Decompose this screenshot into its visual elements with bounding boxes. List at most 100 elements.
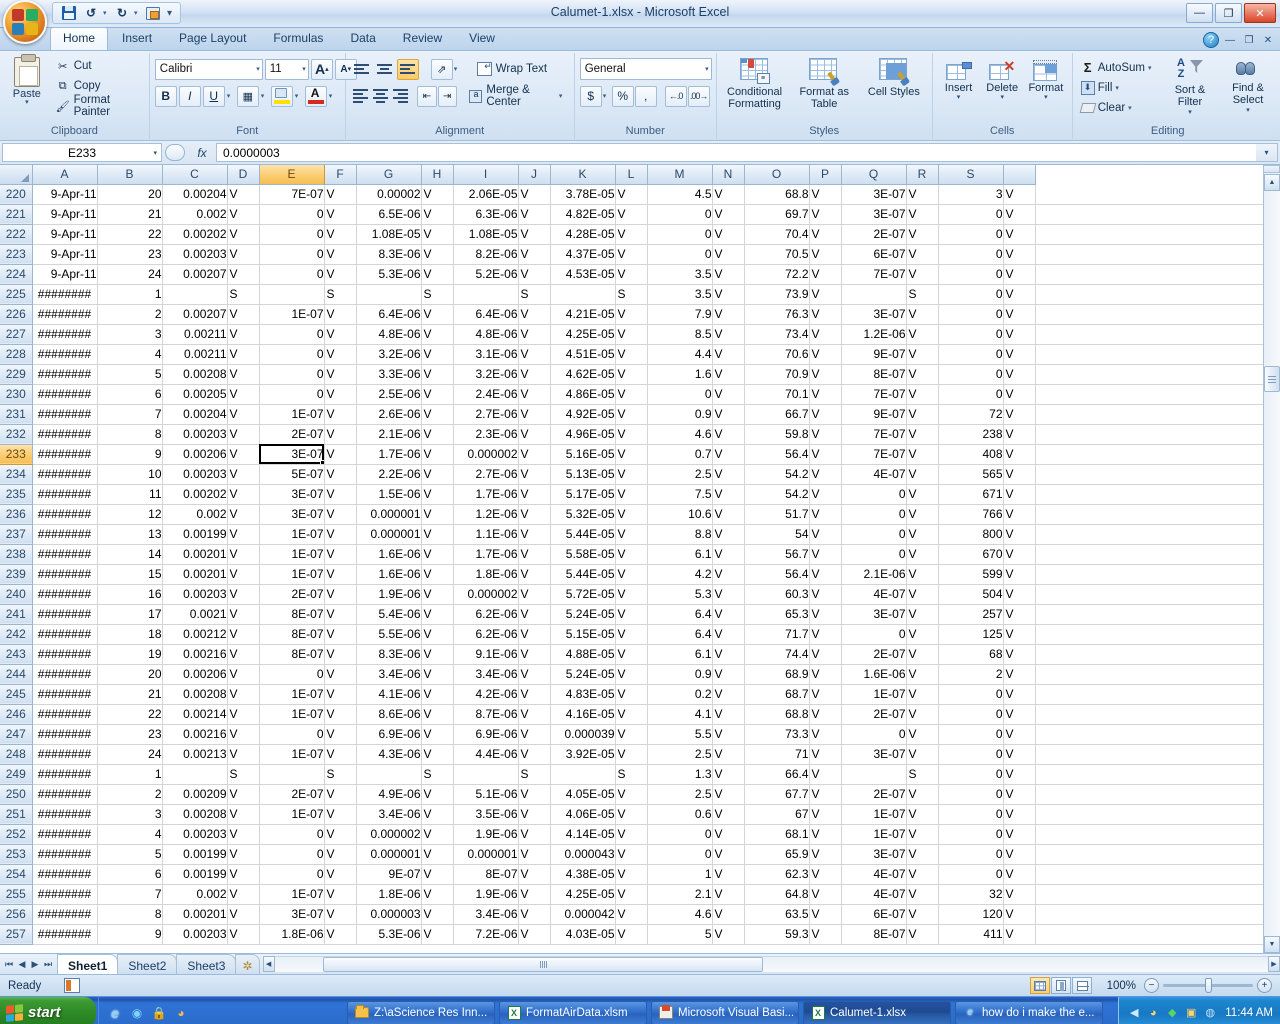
cell-D226[interactable]: V — [227, 304, 260, 325]
row-header-228[interactable]: 228 — [0, 344, 33, 365]
cell-J223[interactable]: V — [518, 244, 551, 265]
close-button[interactable]: ✕ — [1244, 3, 1276, 23]
cell-M225[interactable]: 3.5 — [647, 284, 713, 305]
cell-D257[interactable]: V — [227, 924, 260, 945]
cell-undefined228[interactable]: V — [1003, 344, 1036, 365]
zoom-slider[interactable]: − + — [1144, 978, 1272, 993]
table-row[interactable]: 232 ######## 8 0.00203 V 2E-07 V 2.1E-06 V 2.3E-0… — [0, 424, 1280, 445]
cell-B255[interactable]: 7 — [97, 884, 163, 905]
cell-J245[interactable]: V — [518, 684, 551, 705]
table-row[interactable]: 241 ######## 17 0.0021 V 8E-07 V 5.4E-06 V 6.2E-0… — [0, 604, 1280, 625]
cell-I231[interactable]: 2.7E-06 — [453, 404, 519, 425]
taskbar-button-formatairdata[interactable]: X FormatAirData.xlsm — [499, 1000, 647, 1024]
cell-L220[interactable]: V — [615, 184, 648, 205]
cell-L249[interactable]: S — [615, 764, 648, 785]
cell-B241[interactable]: 17 — [97, 604, 163, 625]
cell-E256[interactable]: 3E-07 — [259, 904, 325, 925]
table-row[interactable]: 251 ######## 3 0.00208 V 1E-07 V 3.4E-06 V 3.5E-0… — [0, 804, 1280, 825]
cell-B240[interactable]: 16 — [97, 584, 163, 605]
fill-button[interactable]: ⬇ Fill ▾ — [1078, 78, 1159, 97]
cell-P226[interactable]: V — [809, 304, 842, 325]
cell-undefined235[interactable]: V — [1003, 484, 1036, 505]
scroll-up-button[interactable]: ▲ — [1264, 174, 1280, 191]
cell-H234[interactable]: V — [421, 464, 454, 485]
cell-A223[interactable]: 9-Apr-11 — [32, 244, 98, 265]
underline-button[interactable]: U — [202, 85, 225, 107]
cell-undefined255[interactable]: V — [1003, 884, 1036, 905]
cell-F245[interactable]: V — [324, 684, 357, 705]
cell-E227[interactable]: 0 — [259, 324, 325, 345]
cell-S245[interactable]: 0 — [938, 684, 1004, 705]
cell-O233[interactable]: 56.4 — [744, 444, 810, 465]
cell-P257[interactable]: V — [809, 924, 842, 945]
column-header-R[interactable]: R — [906, 165, 939, 185]
cell-N233[interactable]: V — [712, 444, 745, 465]
cell-S223[interactable]: 0 — [938, 244, 1004, 265]
table-row[interactable]: 224 9-Apr-11 24 0.00207 V 0 V 5.3E-06 V 5.2E-06 V 4… — [0, 264, 1280, 285]
cell-P229[interactable]: V — [809, 364, 842, 385]
start-button[interactable]: start — [0, 997, 96, 1024]
row-header-224[interactable]: 224 — [0, 264, 33, 285]
cell-R238[interactable]: V — [906, 544, 939, 565]
cell-undefined234[interactable]: V — [1003, 464, 1036, 485]
cell-J232[interactable]: V — [518, 424, 551, 445]
cell-G251[interactable]: 3.4E-06 — [356, 804, 422, 825]
cell-C234[interactable]: 0.00203 — [162, 464, 228, 485]
zoom-level[interactable]: 100% — [1098, 980, 1136, 992]
cell-E238[interactable]: 1E-07 — [259, 544, 325, 565]
cell-A246[interactable]: ######## — [32, 704, 98, 725]
cell-S244[interactable]: 2 — [938, 664, 1004, 685]
cell-O231[interactable]: 66.7 — [744, 404, 810, 425]
cell-R242[interactable]: V — [906, 624, 939, 645]
cell-I233[interactable]: 0.000002 — [453, 444, 519, 465]
cell-L228[interactable]: V — [615, 344, 648, 365]
cell-M227[interactable]: 8.5 — [647, 324, 713, 345]
cell-J225[interactable]: S — [518, 284, 551, 305]
cell-J256[interactable]: V — [518, 904, 551, 925]
cell-E242[interactable]: 8E-07 — [259, 624, 325, 645]
cell-R236[interactable]: V — [906, 504, 939, 525]
cell-F227[interactable]: V — [324, 324, 357, 345]
first-sheet-button[interactable]: ⏮ — [3, 959, 15, 970]
orientation-button[interactable]: ⇗ — [430, 58, 453, 80]
cell-F229[interactable]: V — [324, 364, 357, 385]
cell-H250[interactable]: V — [421, 784, 454, 805]
cell-R250[interactable]: V — [906, 784, 939, 805]
cell-undefined244[interactable]: V — [1003, 664, 1036, 685]
cell-B225[interactable]: 1 — [97, 284, 163, 305]
cell-S231[interactable]: 72 — [938, 404, 1004, 425]
cell-B224[interactable]: 24 — [97, 264, 163, 285]
cell-L238[interactable]: V — [615, 544, 648, 565]
cell-undefined233[interactable]: V — [1003, 444, 1036, 465]
cell-G236[interactable]: 0.000001 — [356, 504, 422, 525]
cell-I249[interactable] — [453, 764, 519, 785]
cell-E243[interactable]: 8E-07 — [259, 644, 325, 665]
cell-Q253[interactable]: 3E-07 — [841, 844, 907, 865]
cell-P247[interactable]: V — [809, 724, 842, 745]
cell-E232[interactable]: 2E-07 — [259, 424, 325, 445]
cell-Q246[interactable]: 2E-07 — [841, 704, 907, 725]
cell-G250[interactable]: 4.9E-06 — [356, 784, 422, 805]
cell-Q239[interactable]: 2.1E-06 — [841, 564, 907, 585]
cell-J255[interactable]: V — [518, 884, 551, 905]
cell-E230[interactable]: 0 — [259, 384, 325, 405]
cell-H229[interactable]: V — [421, 364, 454, 385]
cell-N231[interactable]: V — [712, 404, 745, 425]
cell-N227[interactable]: V — [712, 324, 745, 345]
name-box[interactable]: E233 ▾ — [2, 143, 162, 162]
row-header-253[interactable]: 253 — [0, 844, 33, 865]
horizontal-scroll-track[interactable] — [274, 955, 1268, 972]
cell-G237[interactable]: 0.000001 — [356, 524, 422, 545]
cell-undefined254[interactable]: V — [1003, 864, 1036, 885]
cell-T244[interactable] — [1035, 664, 1280, 685]
row-header-257[interactable]: 257 — [0, 924, 33, 945]
underline-chevron-down-icon[interactable]: ▾ — [227, 92, 235, 100]
table-row[interactable]: 245 ######## 21 0.00208 V 1E-07 V 4.1E-06 V 4.2E-… — [0, 684, 1280, 705]
cell-G223[interactable]: 8.3E-06 — [356, 244, 422, 265]
cell-R255[interactable]: V — [906, 884, 939, 905]
cell-B249[interactable]: 1 — [97, 764, 163, 785]
cell-I229[interactable]: 3.2E-06 — [453, 364, 519, 385]
align-middle-button[interactable] — [374, 59, 396, 80]
cell-N257[interactable]: V — [712, 924, 745, 945]
cell-R248[interactable]: V — [906, 744, 939, 765]
